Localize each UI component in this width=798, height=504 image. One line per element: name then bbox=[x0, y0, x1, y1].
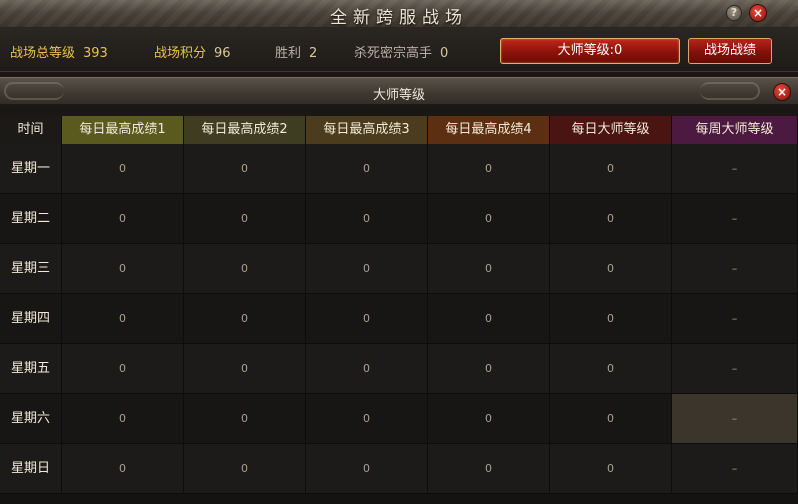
master-level-table: 时间 每日最高成绩1 每日最高成绩2 每日最高成绩3 每日最高成绩4 每日大师等级 每周大师… bbox=[0, 116, 798, 504]
column-header-1: 每日最高成绩1 bbox=[62, 116, 184, 144]
value-cell: 0 bbox=[428, 144, 550, 194]
day-cell: 星期四 bbox=[0, 294, 62, 344]
stat-wins-value: 2 bbox=[309, 46, 318, 61]
value-cell: 0 bbox=[550, 294, 672, 344]
column-header-4: 每日最高成绩4 bbox=[428, 116, 550, 144]
value-cell: 0 bbox=[306, 244, 428, 294]
help-icon[interactable]: ? bbox=[726, 5, 742, 21]
value-cell: 0 bbox=[184, 444, 306, 494]
day-cell: 星期二 bbox=[0, 194, 62, 244]
stat-total-level-label: 战场总等级 bbox=[10, 46, 76, 61]
table-row: 星期三 0 0 0 0 0– bbox=[0, 244, 798, 294]
table-row: 星期四 0 0 0 0 0– bbox=[0, 294, 798, 344]
value-cell: 0 bbox=[62, 344, 184, 394]
window-titlebar: 全新跨服战场 ? × bbox=[0, 0, 798, 28]
value-cell: 0 bbox=[306, 394, 428, 444]
value-cell: 0 bbox=[428, 244, 550, 294]
value-cell: 0 bbox=[62, 444, 184, 494]
panel-title: 大师等级 bbox=[372, 88, 425, 103]
value-cell: 0 bbox=[306, 194, 428, 244]
value-cell: 0 bbox=[62, 144, 184, 194]
day-cell: 星期五 bbox=[0, 344, 62, 394]
value-cell: 0 bbox=[184, 294, 306, 344]
day-cell: 星期六 bbox=[0, 394, 62, 444]
value-cell: – bbox=[672, 344, 798, 394]
stat-kills-label: 杀死密宗高手 bbox=[354, 46, 433, 61]
column-header-3: 每日最高成绩3 bbox=[306, 116, 428, 144]
stat-total-level: 战场总等级 393 bbox=[10, 42, 108, 61]
stat-points-value: 96 bbox=[214, 46, 231, 61]
stat-kills: 杀死密宗高手 0 bbox=[354, 42, 448, 61]
value-cell: 0 bbox=[428, 394, 550, 444]
value-cell: 0 bbox=[306, 144, 428, 194]
table-row: 星期五 0 0 0 0 0– bbox=[0, 344, 798, 394]
table-row: 星期六 0 0 0 0 0– bbox=[0, 394, 798, 444]
stat-kills-value: 0 bbox=[440, 46, 449, 61]
value-cell: 0 bbox=[184, 344, 306, 394]
value-cell: – bbox=[672, 194, 798, 244]
value-cell: 0 bbox=[428, 194, 550, 244]
column-header-6: 每周大师等级 bbox=[672, 116, 798, 144]
value-cell: 0 bbox=[428, 444, 550, 494]
window-title: 全新跨服战场 bbox=[330, 8, 468, 28]
value-cell: 0 bbox=[184, 194, 306, 244]
table-row: 星期一 0 0 0 0 0– bbox=[0, 144, 798, 194]
value-cell: 0 bbox=[62, 244, 184, 294]
value-cell: 0 bbox=[550, 444, 672, 494]
value-cell: 0 bbox=[550, 194, 672, 244]
stat-wins-label: 胜利 bbox=[275, 46, 302, 61]
column-header-2: 每日最高成绩2 bbox=[184, 116, 306, 144]
day-cell: 星期日 bbox=[0, 444, 62, 494]
value-cell: 0 bbox=[62, 294, 184, 344]
value-cell: 0 bbox=[306, 294, 428, 344]
value-cell: 0 bbox=[428, 344, 550, 394]
stat-points: 战场积分 96 bbox=[154, 42, 231, 61]
value-cell: 0 bbox=[306, 444, 428, 494]
value-cell: 0 bbox=[428, 294, 550, 344]
stat-wins: 胜利 2 bbox=[275, 42, 317, 61]
value-cell: – bbox=[672, 294, 798, 344]
panel-header: 大师等级 bbox=[0, 77, 798, 105]
stat-total-level-value: 393 bbox=[83, 46, 108, 61]
table-row: 星期日 0 0 0 0 0– bbox=[0, 444, 798, 494]
close-icon[interactable]: × bbox=[749, 4, 767, 22]
battle-record-button[interactable]: 战场战绩 bbox=[688, 38, 772, 64]
day-cell: 星期一 bbox=[0, 144, 62, 194]
column-header-5: 每日大师等级 bbox=[550, 116, 672, 144]
close-icon[interactable]: × bbox=[773, 83, 791, 101]
column-header-0: 时间 bbox=[0, 116, 62, 144]
value-cell: 0 bbox=[184, 244, 306, 294]
master-level-button[interactable]: 大师等级:0 bbox=[500, 38, 680, 64]
value-cell: 0 bbox=[550, 394, 672, 444]
table-row: 星期二 0 0 0 0 0– bbox=[0, 194, 798, 244]
value-cell: – bbox=[672, 394, 798, 444]
value-cell: – bbox=[672, 244, 798, 294]
value-cell: 0 bbox=[550, 344, 672, 394]
value-cell: 0 bbox=[550, 144, 672, 194]
value-cell: 0 bbox=[184, 394, 306, 444]
value-cell: – bbox=[672, 444, 798, 494]
value-cell: 0 bbox=[306, 344, 428, 394]
value-cell: 0 bbox=[184, 144, 306, 194]
value-cell: 0 bbox=[62, 394, 184, 444]
day-cell: 星期三 bbox=[0, 244, 62, 294]
value-cell: 0 bbox=[62, 194, 184, 244]
stat-points-label: 战场积分 bbox=[154, 46, 207, 61]
value-cell: 0 bbox=[550, 244, 672, 294]
table-header-row: 时间 每日最高成绩1 每日最高成绩2 每日最高成绩3 每日最高成绩4 每日大师等级 每周大师… bbox=[0, 116, 798, 144]
value-cell: – bbox=[672, 144, 798, 194]
